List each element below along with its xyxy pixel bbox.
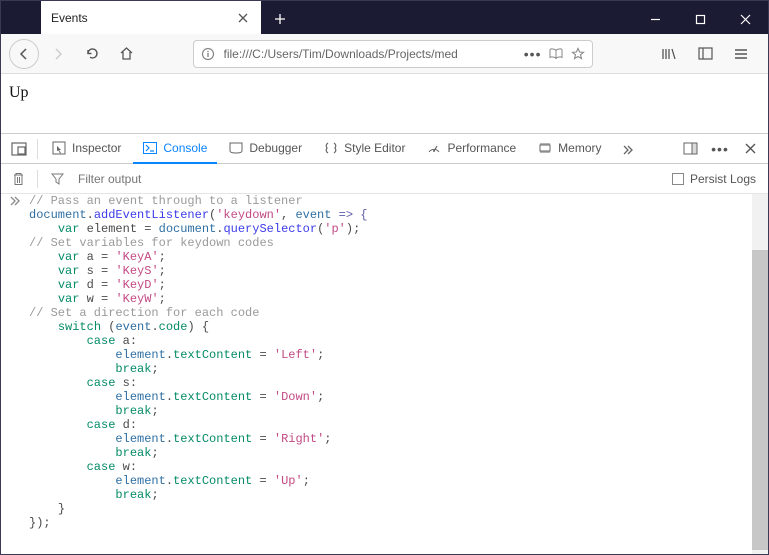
style-icon: [324, 142, 338, 154]
filter-input[interactable]: [76, 171, 664, 187]
nav-toolbar: •••: [1, 34, 768, 74]
performance-icon: [427, 142, 441, 154]
forward-button[interactable]: [43, 39, 73, 69]
separator: [37, 139, 38, 159]
debugger-icon: [229, 142, 243, 154]
tab-label: Inspector: [72, 141, 121, 155]
reader-mode-icon[interactable]: [548, 46, 564, 62]
clear-console-icon[interactable]: [7, 168, 29, 190]
prompt-icon: [1, 194, 29, 554]
tab-label: Memory: [558, 141, 601, 155]
inspector-icon: [52, 141, 66, 155]
library-icon[interactable]: [656, 39, 682, 69]
more-tabs-icon[interactable]: [614, 135, 642, 163]
new-tab-button[interactable]: [265, 4, 295, 34]
tab-inspector[interactable]: Inspector: [42, 134, 131, 164]
filter-icon[interactable]: [46, 168, 68, 190]
minimize-button[interactable]: [633, 4, 678, 34]
scrollbar[interactable]: [752, 194, 768, 554]
devtools-tabs: Inspector Console Debugger Style Editor …: [1, 134, 768, 164]
reload-button[interactable]: [77, 39, 107, 69]
tab-performance[interactable]: Performance: [417, 134, 526, 164]
back-button[interactable]: [9, 39, 39, 69]
console-filter-row: Persist Logs: [1, 164, 768, 194]
urlbar[interactable]: •••: [193, 40, 593, 68]
persist-label: Persist Logs: [690, 172, 756, 186]
titlebar: Events: [1, 1, 768, 34]
persist-logs-toggle[interactable]: Persist Logs: [672, 172, 762, 186]
console-icon: [143, 142, 157, 154]
menu-icon[interactable]: [728, 39, 754, 69]
tab-title: Events: [51, 11, 227, 25]
checkbox-icon: [672, 173, 684, 185]
separator: [37, 170, 38, 188]
tab-label: Performance: [447, 141, 516, 155]
memory-icon: [538, 142, 552, 154]
devtools-menu-icon[interactable]: •••: [706, 135, 734, 163]
browser-window: Events: [0, 0, 769, 555]
sidebars-icon[interactable]: [692, 39, 718, 69]
tab-label: Style Editor: [344, 141, 405, 155]
dock-side-icon[interactable]: [676, 135, 704, 163]
close-devtools-icon[interactable]: [736, 135, 764, 163]
tab-label: Console: [163, 141, 207, 155]
scrollbar-thumb[interactable]: [752, 250, 768, 550]
page-actions-icon[interactable]: •••: [524, 46, 542, 62]
console-output: // Pass an event through to a listener d…: [1, 194, 768, 554]
tab-close-icon[interactable]: [235, 10, 251, 26]
devtools-right: •••: [676, 135, 764, 163]
tab-label: Debugger: [249, 141, 302, 155]
tab-debugger[interactable]: Debugger: [219, 134, 312, 164]
tab-style-editor[interactable]: Style Editor: [314, 134, 415, 164]
tab-console[interactable]: Console: [133, 134, 217, 164]
info-icon[interactable]: [200, 46, 216, 62]
window-controls: [633, 4, 768, 34]
page-text: Up: [9, 84, 29, 101]
browser-tab[interactable]: Events: [41, 1, 261, 34]
bookmark-star-icon[interactable]: [570, 46, 586, 62]
toolbar-right: [644, 39, 760, 69]
page-content: Up: [1, 74, 768, 134]
iframe-picker-icon[interactable]: [5, 135, 33, 163]
home-button[interactable]: [111, 39, 141, 69]
maximize-button[interactable]: [678, 4, 723, 34]
code-block[interactable]: // Pass an event through to a listener d…: [29, 194, 768, 554]
tab-memory[interactable]: Memory: [528, 134, 611, 164]
close-window-button[interactable]: [723, 4, 768, 34]
url-input[interactable]: [222, 46, 518, 62]
urlbar-container: •••: [145, 40, 640, 68]
